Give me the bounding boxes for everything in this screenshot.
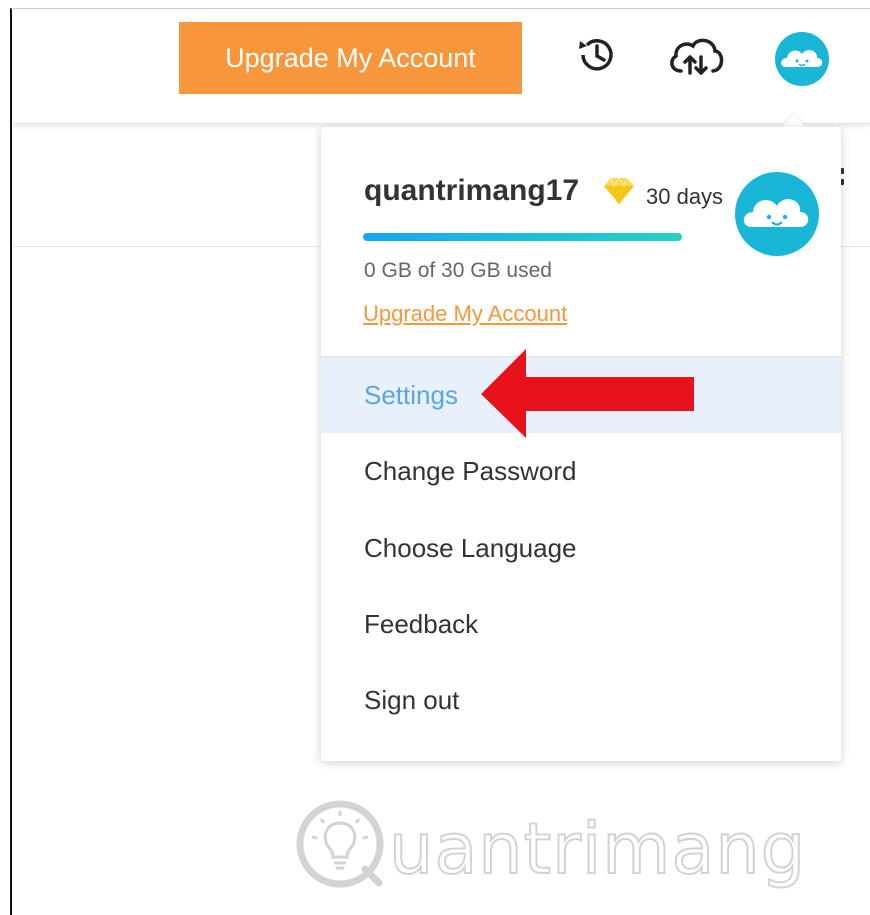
watermark-logo-icon — [293, 797, 388, 897]
watermark-text: uantrimang — [388, 807, 807, 891]
menu-item-sign-out[interactable]: Sign out — [321, 662, 841, 738]
menu-item-label: Choose Language — [364, 532, 577, 563]
upgrade-account-link[interactable]: Upgrade My Account — [363, 301, 567, 327]
menu-item-label: Feedback — [364, 608, 479, 639]
premium-diamond-icon — [602, 176, 636, 211]
storage-progress-fill — [363, 233, 682, 241]
storage-usage-text: 0 GB of 30 GB used — [364, 259, 552, 282]
profile-avatar-icon — [734, 171, 820, 262]
menu-item-label: Settings — [364, 379, 458, 410]
menu-item-label: Change Password — [364, 455, 577, 486]
username: quantrimang17 — [364, 174, 580, 207]
avatar-icon[interactable] — [774, 31, 830, 92]
storage-progress-bar — [363, 233, 682, 241]
menu-item-change-password[interactable]: Change Password — [321, 433, 841, 509]
upgrade-account-button[interactable]: Upgrade My Account — [179, 22, 522, 94]
history-icon[interactable] — [575, 33, 619, 82]
menu-item-choose-language[interactable]: Choose Language — [321, 510, 841, 586]
premium-days: 30 days — [646, 184, 724, 209]
cloud-upload-icon[interactable] — [666, 33, 726, 82]
account-dropdown: quantrimang17 30 days 0 GB of 30 GB used… — [321, 127, 841, 761]
top-header: Upgrade My Account — [12, 9, 870, 124]
red-arrow-annotation — [481, 349, 696, 444]
menu-item-feedback[interactable]: Feedback — [321, 586, 841, 662]
menu-item-label: Sign out — [364, 684, 460, 715]
